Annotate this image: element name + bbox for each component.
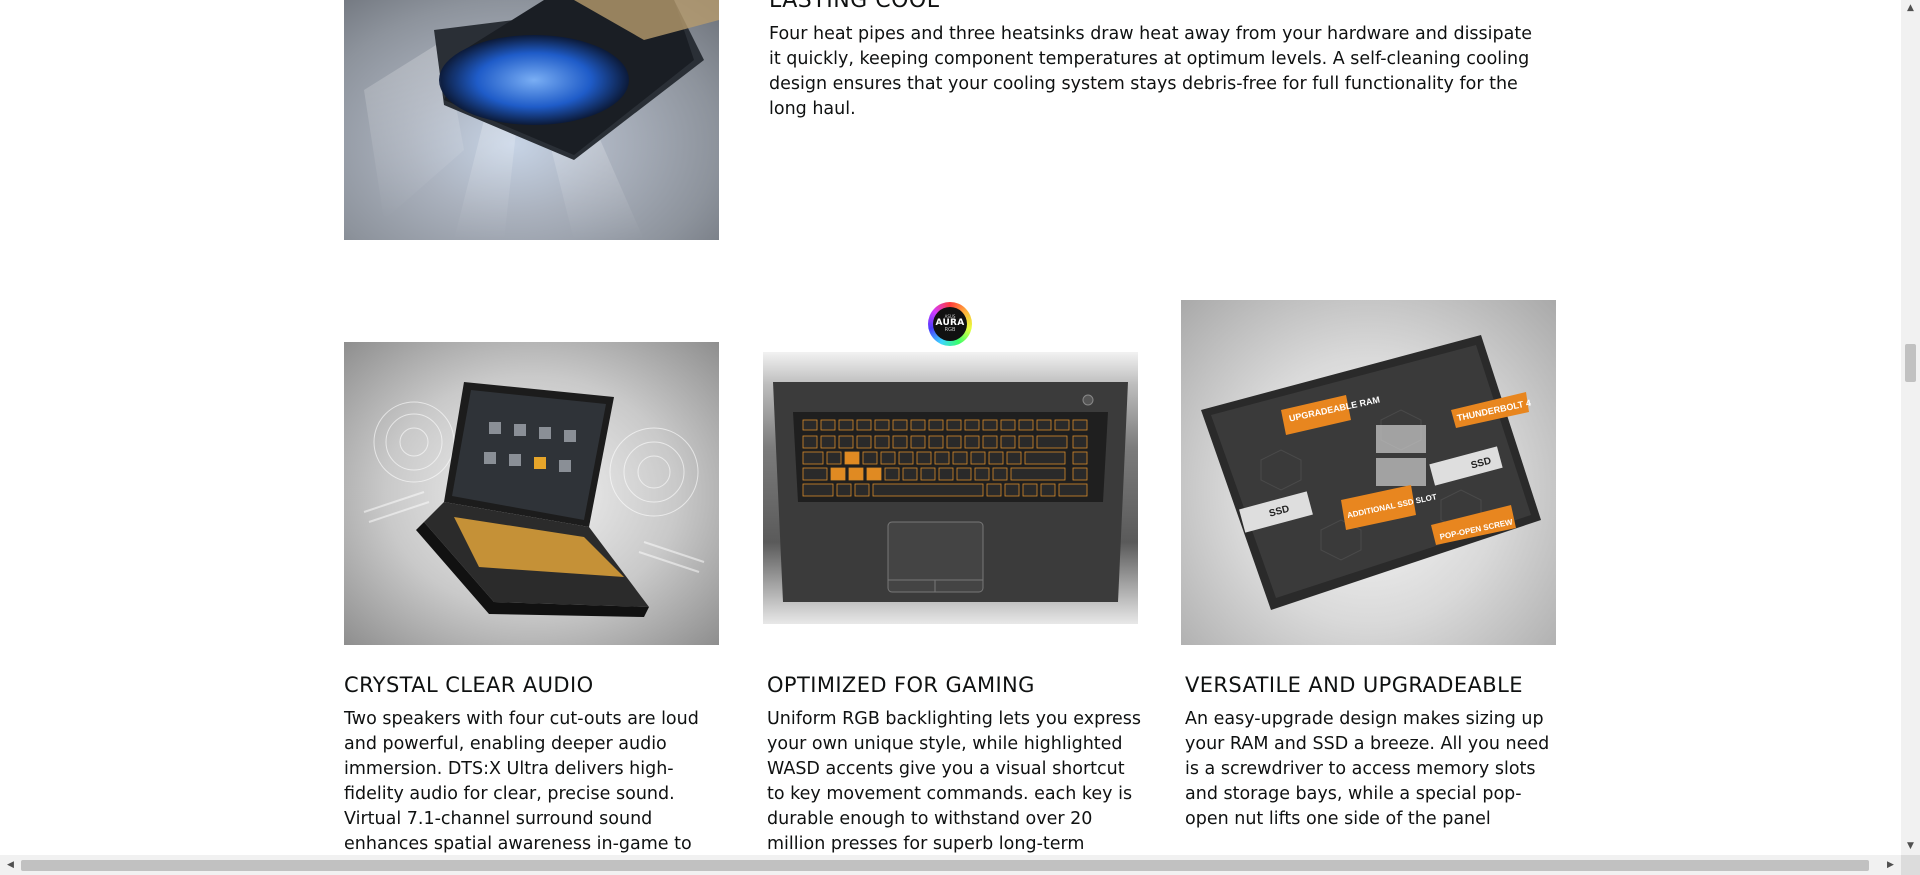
scroll-right-arrow-icon[interactable]: ▶ [1882, 855, 1899, 875]
gaming-title: OPTIMIZED FOR GAMING [767, 673, 1035, 697]
aura-logo-sub: RGB [944, 327, 956, 333]
page-viewport: LASTING COOL Four heat pipes and three h… [0, 0, 1901, 855]
gaming-description: Uniform RGB backlighting lets you expres… [767, 709, 1142, 854]
upgrade-laptop-image: UPGRADEABLE RAM THUNDERBOLT 4 SSD SSD AD… [1181, 300, 1556, 645]
scroll-left-arrow-icon[interactable]: ◀ [2, 855, 19, 875]
cooling-description: Four heat pipes and three heatsinks draw… [769, 24, 1532, 119]
vertical-scroll-thumb[interactable] [1905, 344, 1916, 382]
audio-title: CRYSTAL CLEAR AUDIO [344, 673, 594, 697]
horizontal-scrollbar[interactable]: ◀ ▶ [0, 855, 1901, 875]
cooling-laptop-image [344, 0, 719, 240]
scroll-up-arrow-icon[interactable]: ▲ [1901, 0, 1920, 17]
gaming-keyboard-image [763, 352, 1138, 624]
audio-laptop-image [344, 342, 719, 645]
vertical-scrollbar[interactable]: ▲ ▼ [1901, 0, 1920, 855]
upgrade-title: VERSATILE AND UPGRADEABLE [1185, 673, 1523, 697]
scroll-down-arrow-icon[interactable]: ▼ [1901, 838, 1920, 855]
horizontal-scroll-thumb[interactable] [21, 860, 1869, 871]
aura-rgb-logo: ASUS AURA RGB [928, 302, 972, 346]
cooling-heading: LASTING COOL [769, 0, 940, 13]
scrollbar-corner [1901, 855, 1920, 875]
audio-description: Two speakers with four cut-outs are loud… [344, 709, 699, 854]
upgrade-description: An easy-upgrade design makes sizing up y… [1185, 709, 1550, 829]
